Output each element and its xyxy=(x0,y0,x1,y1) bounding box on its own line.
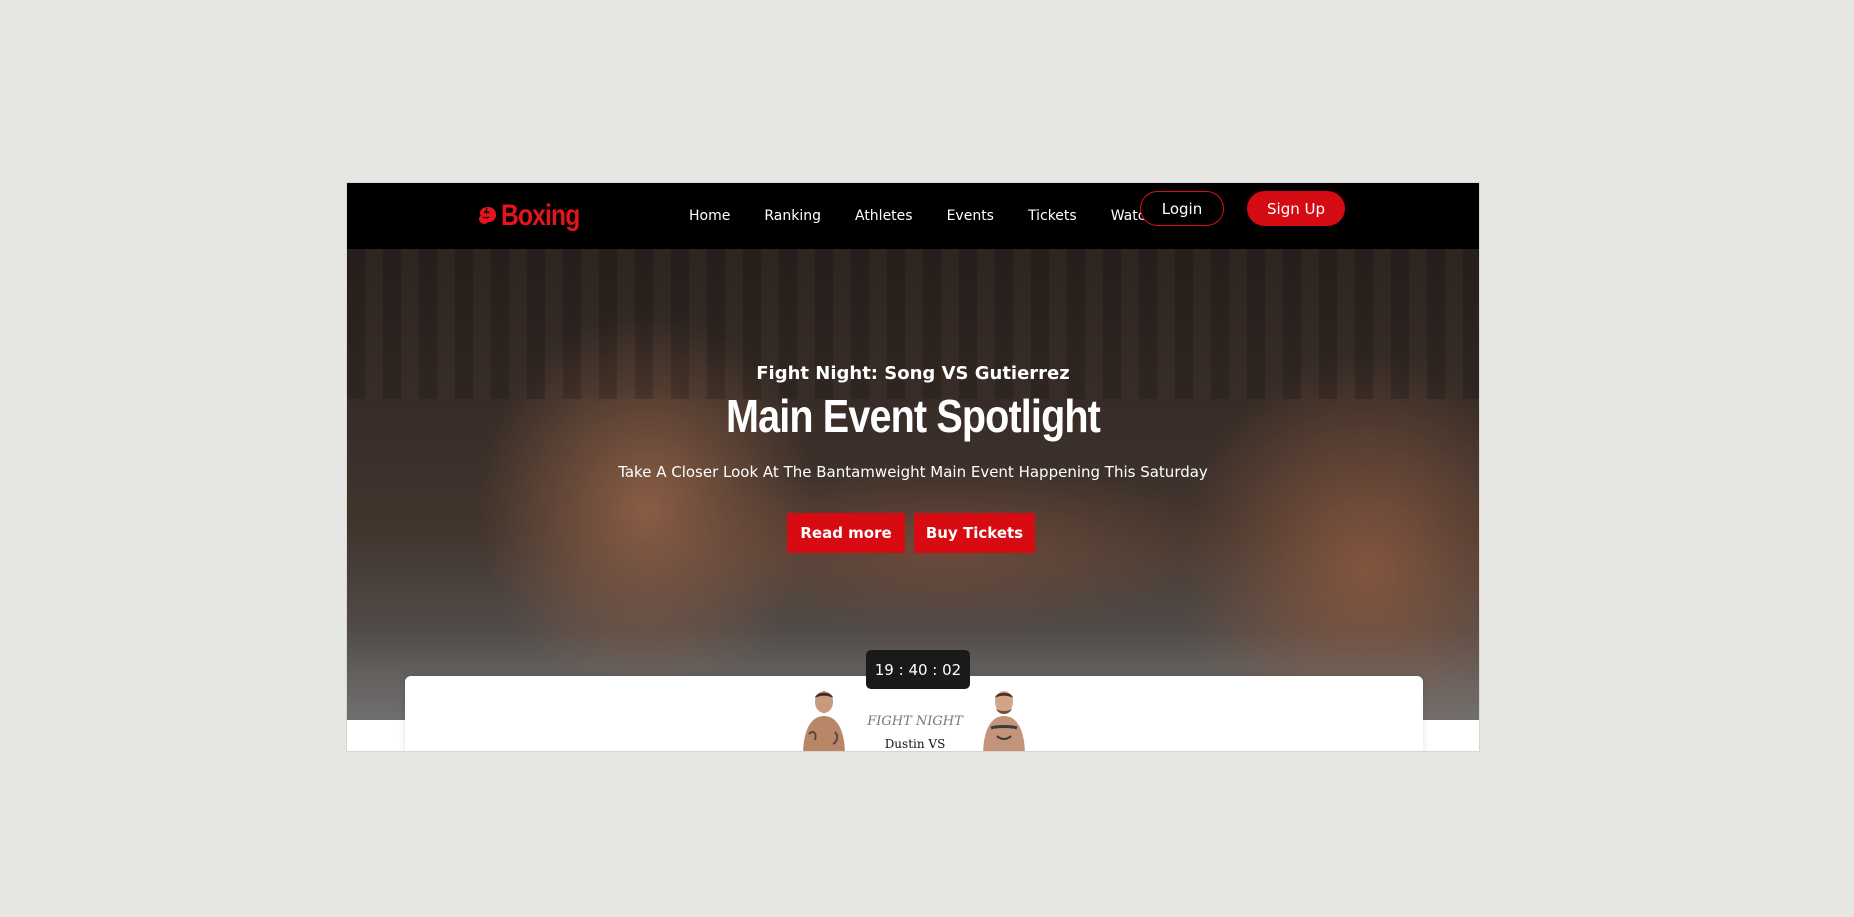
brand-logo[interactable]: Boxing xyxy=(475,196,597,236)
boxing-glove-icon xyxy=(479,207,496,224)
countdown-timer: 19 : 40 : 02 xyxy=(866,650,970,689)
fight-card-names: Dustin VS xyxy=(884,737,946,751)
hero-title: Main Event Spotlight xyxy=(725,390,1101,442)
hero-subtitle: Fight Night: Song VS Gutierrez xyxy=(756,363,1070,384)
read-more-button[interactable]: Read more xyxy=(787,513,905,553)
fighter-dustin-avatar xyxy=(803,691,845,751)
brand-name: Boxing xyxy=(501,199,580,232)
fighter-conor-avatar xyxy=(983,691,1025,751)
navbar: Boxing Home Ranking Athletes Events Tick… xyxy=(347,183,1479,249)
nav-links: Home Ranking Athletes Events Tickets Wat… xyxy=(689,183,1188,249)
buy-tickets-button[interactable]: Buy Tickets xyxy=(914,513,1035,553)
nav-link-athletes[interactable]: Athletes xyxy=(855,208,913,224)
nav-link-ranking[interactable]: Ranking xyxy=(764,208,821,224)
nav-link-tickets[interactable]: Tickets xyxy=(1028,208,1077,224)
login-button[interactable]: Login xyxy=(1140,191,1224,226)
hero-description: Take A Closer Look At The Bantamweight M… xyxy=(618,463,1208,481)
signup-button[interactable]: Sign Up xyxy=(1247,191,1345,226)
fight-card-label: FIGHT NIGHT xyxy=(867,714,963,729)
nav-link-events[interactable]: Events xyxy=(947,208,994,224)
nav-link-home[interactable]: Home xyxy=(689,208,730,224)
browser-viewport: Boxing Home Ranking Athletes Events Tick… xyxy=(346,182,1480,752)
